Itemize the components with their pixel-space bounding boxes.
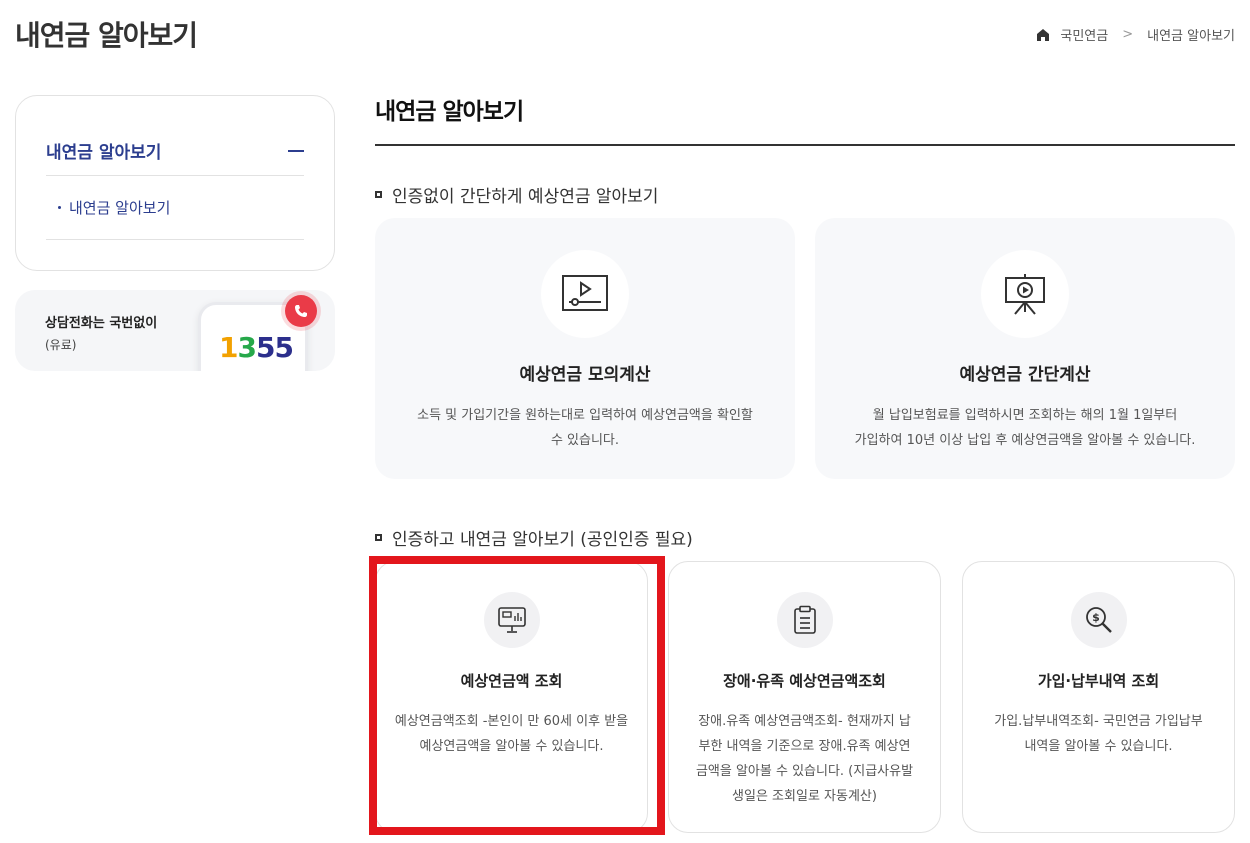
breadcrumb-separator: > [1122, 27, 1134, 42]
card-description: 월 납입보험료를 입력하시면 조회하는 해의 1월 1일부터 가입하여 10년 … [854, 408, 1196, 448]
card-disability-survivor-inquiry[interactable]: 장애·유족 예상연금액조회 장애.유족 예상연금액조회- 현재까지 납부한 내역… [668, 561, 941, 833]
page-title: 내연금 알아보기 [15, 19, 198, 52]
bullet-icon [58, 206, 61, 209]
card-expected-pension-inquiry[interactable]: 예상연금액 조회 예상연금액조회 -본인이 만 60세 이후 받을 예상연금액을… [375, 561, 648, 833]
card-title: 가입·납부내역 조회 [1037, 672, 1160, 690]
card-description: 가입.납부내역조회- 국민연금 가입납부내역을 알아볼 수 있습니다. [994, 714, 1203, 754]
call-number: 1355 [219, 331, 294, 364]
call-center-banner: 상담전화는 국번없이 (유료) 1355 [15, 290, 335, 371]
breadcrumb-level2[interactable]: 내연금 알아보기 [1147, 25, 1235, 44]
card-title: 장애·유족 예상연금액조회 [723, 672, 886, 690]
card-title: 예상연금 간단계산 [959, 365, 1091, 385]
breadcrumb: 국민연금 > 내연금 알아보기 [1036, 25, 1235, 44]
sidebar-menu-title: 내연금 알아보기 [46, 143, 162, 163]
breadcrumb-level1[interactable]: 국민연금 [1060, 25, 1108, 44]
sidebar-item-label: 내연금 알아보기 [69, 199, 171, 217]
clipboard-icon [776, 592, 833, 648]
section-heading-auth: 인증하고 내연금 알아보기 (공인인증 필요) [375, 525, 693, 550]
minus-icon[interactable] [288, 149, 304, 152]
card-mock-calculation[interactable]: 예상연금 모의계산 소득 및 가입기간을 원하는대로 입력하여 예상연금액을 확… [375, 218, 795, 479]
call-title: 상담전화는 국번없이 [45, 316, 158, 331]
video-player-icon [541, 250, 629, 338]
presentation-board-icon [981, 250, 1069, 338]
card-description: 장애.유족 예상연금액조회- 현재까지 납부한 내역을 기준으로 장애.유족 예… [695, 714, 914, 804]
sidebar-menu: 내연금 알아보기 내연금 알아보기 [15, 95, 335, 271]
card-simple-calculation[interactable]: 예상연금 간단계산 월 납입보험료를 입력하시면 조회하는 해의 1월 1일부터… [815, 218, 1235, 479]
phone-icon [285, 295, 317, 327]
sidebar-item-pension[interactable]: 내연금 알아보기 [46, 176, 304, 240]
monitor-chart-icon [483, 592, 540, 648]
card-description: 소득 및 가입기간을 원하는대로 입력하여 예상연금액을 확인할 수 있습니다. [417, 408, 753, 448]
card-title: 예상연금액 조회 [460, 672, 563, 690]
home-icon[interactable] [1036, 28, 1050, 42]
dollar-search-icon: $ [1070, 592, 1127, 648]
square-bullet-icon [375, 534, 382, 541]
call-sub: (유료) [45, 338, 77, 352]
square-bullet-icon [375, 191, 382, 198]
svg-text:$: $ [1092, 611, 1100, 624]
main-title: 내연금 알아보기 [375, 99, 524, 125]
sidebar-menu-head[interactable]: 내연금 알아보기 [46, 96, 304, 176]
card-title: 예상연금 모의계산 [519, 365, 651, 385]
section-heading-no-auth: 인증없이 간단하게 예상연금 알아보기 [375, 182, 658, 207]
card-description: 예상연금액조회 -본인이 만 60세 이후 받을 예상연금액을 알아볼 수 있습… [394, 714, 629, 754]
title-divider [375, 144, 1235, 146]
card-subscription-payment-inquiry[interactable]: $ 가입·납부내역 조회 가입.납부내역조회- 국민연금 가입납부내역을 알아볼… [962, 561, 1235, 833]
